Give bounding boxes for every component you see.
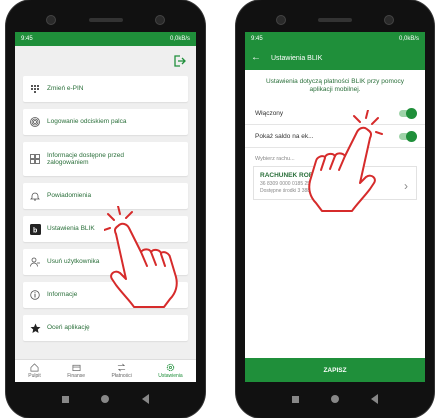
save-button[interactable]: ZAPISZ xyxy=(245,358,425,382)
sensor xyxy=(155,15,165,25)
nav-label: Ustawienia xyxy=(158,373,183,379)
nav-item-finanse[interactable]: Finanse xyxy=(67,363,85,379)
home-icon xyxy=(30,363,39,372)
gear-icon xyxy=(166,363,175,372)
phone-top-bezel xyxy=(6,0,205,30)
system-navigation-bar xyxy=(6,392,205,406)
wallet-icon xyxy=(72,364,81,372)
bell-icon xyxy=(23,191,47,201)
front-camera xyxy=(46,15,56,25)
home-button[interactable] xyxy=(101,395,110,403)
menu-item-label: Powiadomienia xyxy=(47,192,92,200)
menu-item-fingerprint-login[interactable]: Logowanie odciskiem palca xyxy=(23,109,188,135)
bottom-navigation: Pulpit Finanse Płatności Ustawienia xyxy=(15,359,196,382)
tap-hand-icon xyxy=(104,206,178,308)
phone-top-bezel xyxy=(236,0,434,30)
star-icon xyxy=(23,323,47,334)
blik-icon: b xyxy=(23,223,47,235)
blik-description: Ustawienia dotyczą płatności BLIK przy p… xyxy=(265,78,404,93)
screen-title: Ustawienia BLIK xyxy=(271,54,323,62)
setting-label: Włączony xyxy=(255,109,284,117)
grid-icon xyxy=(23,154,47,164)
status-network: 0,0kB/s xyxy=(398,36,419,42)
menu-item-rate-app[interactable]: Oceń aplikację xyxy=(23,315,188,341)
nav-item-ustawienia[interactable]: Ustawienia xyxy=(158,363,183,379)
chevron-right-icon: › xyxy=(404,179,408,193)
top-bar xyxy=(15,46,196,76)
menu-item-label: Oceń aplikację xyxy=(47,324,90,332)
info-icon xyxy=(23,290,47,300)
status-bar: 9:45 0,0kB/s xyxy=(245,32,425,46)
keypad-icon xyxy=(23,84,47,94)
nav-label: Pulpit xyxy=(28,373,41,379)
recent-apps-button[interactable] xyxy=(62,395,70,403)
menu-item-label: Zmień e-PIN xyxy=(47,85,84,93)
enabled-toggle[interactable] xyxy=(399,107,417,119)
menu-item-change-epin[interactable]: Zmień e-PIN xyxy=(23,76,188,102)
back-button[interactable] xyxy=(371,394,378,404)
nav-item-platnosci[interactable]: Płatności xyxy=(111,363,132,379)
back-arrow-icon[interactable]: ← xyxy=(251,53,261,63)
back-button[interactable] xyxy=(141,394,149,404)
menu-item-label: Informacje xyxy=(47,291,78,299)
svg-text:b: b xyxy=(33,227,37,234)
menu-item-label: Usuń użytkownika xyxy=(47,258,100,266)
speaker xyxy=(318,18,352,22)
nav-label: Płatności xyxy=(111,373,132,379)
status-network: 0,0kB/s xyxy=(169,36,190,42)
sensor xyxy=(384,15,394,25)
nav-item-pulpit[interactable]: Pulpit xyxy=(28,363,41,379)
status-time: 9:45 xyxy=(21,36,33,42)
app-bar: ← Ustawienia BLIK xyxy=(245,46,425,70)
fingerprint-icon xyxy=(23,117,47,127)
front-camera xyxy=(276,15,286,25)
status-bar: 9:45 0,0kB/s xyxy=(15,32,196,46)
transfer-icon xyxy=(118,363,126,372)
nav-label: Finanse xyxy=(67,373,86,379)
show-balance-toggle[interactable] xyxy=(399,130,417,142)
menu-item-label: Ustawienia BLIK xyxy=(47,225,95,233)
logout-icon[interactable] xyxy=(172,54,186,68)
tap-hand-icon xyxy=(308,110,383,212)
user-remove-icon xyxy=(23,257,47,267)
menu-item-label: Informacje dostępne przed zalogowaniem xyxy=(47,151,124,167)
menu-item-label: Logowanie odciskiem palca xyxy=(47,118,127,126)
home-button[interactable] xyxy=(331,395,339,403)
speaker xyxy=(88,18,123,22)
recent-apps-button[interactable] xyxy=(292,395,299,403)
system-navigation-bar xyxy=(236,392,434,406)
status-time: 9:45 xyxy=(251,36,263,42)
menu-item-info-before-login[interactable]: Informacje dostępne przed zalogowaniem xyxy=(23,142,188,176)
